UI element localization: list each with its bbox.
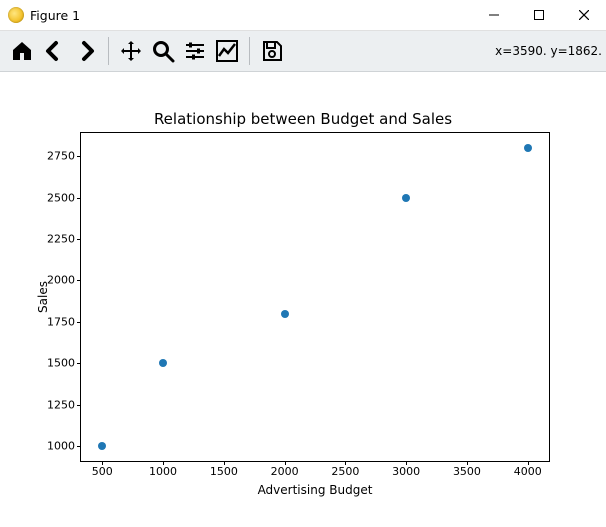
zoom-icon <box>151 39 175 63</box>
save-button[interactable] <box>256 35 288 67</box>
y-tick-mark <box>77 405 81 406</box>
toolbar-separator <box>249 37 250 65</box>
y-tick-label: 2750 <box>47 150 75 163</box>
window-title: Figure 1 <box>30 8 80 23</box>
x-tick-label: 3000 <box>392 465 420 478</box>
y-tick-mark <box>77 239 81 240</box>
y-tick-label: 1000 <box>47 440 75 453</box>
close-icon <box>579 10 589 20</box>
arrow-right-icon <box>74 39 98 63</box>
y-tick-label: 1500 <box>47 357 75 370</box>
maximize-icon <box>534 10 544 20</box>
maximize-button[interactable] <box>516 0 561 30</box>
close-button[interactable] <box>561 0 606 30</box>
y-tick-mark <box>77 446 81 447</box>
sliders-icon <box>183 39 207 63</box>
data-point <box>98 442 106 450</box>
plot-canvas[interactable]: Relationship between Budget and Sales Ad… <box>0 72 606 527</box>
figure-window: Figure 1 <box>0 0 606 527</box>
y-tick-mark <box>77 322 81 323</box>
x-tick-label: 1000 <box>149 465 177 478</box>
app-icon <box>8 7 24 23</box>
x-tick-label: 2000 <box>271 465 299 478</box>
y-tick-mark <box>77 280 81 281</box>
x-axis-label: Advertising Budget <box>81 483 549 497</box>
x-tick-label: 1500 <box>210 465 238 478</box>
pan-button[interactable] <box>115 35 147 67</box>
plot-axes: Advertising Budget Sales 500100015002000… <box>80 132 550 462</box>
titlebar: Figure 1 <box>0 0 606 31</box>
x-tick-label: 500 <box>92 465 113 478</box>
forward-button[interactable] <box>70 35 102 67</box>
back-button[interactable] <box>38 35 70 67</box>
zoom-button[interactable] <box>147 35 179 67</box>
y-tick-label: 2250 <box>47 233 75 246</box>
minimize-button[interactable] <box>471 0 516 30</box>
y-tick-mark <box>77 363 81 364</box>
toolbar-separator <box>108 37 109 65</box>
data-point <box>524 144 532 152</box>
arrow-left-icon <box>42 39 66 63</box>
x-tick-label: 3500 <box>453 465 481 478</box>
y-tick-mark <box>77 198 81 199</box>
chart-line-icon <box>215 39 239 63</box>
save-icon <box>260 39 284 63</box>
edit-axes-button[interactable] <box>211 35 243 67</box>
home-icon <box>10 39 34 63</box>
plot-title: Relationship between Budget and Sales <box>0 110 606 128</box>
y-tick-label: 1250 <box>47 398 75 411</box>
data-point <box>281 310 289 318</box>
mpl-toolbar: x=3590. y=1862. <box>0 31 606 72</box>
y-tick-label: 2500 <box>47 191 75 204</box>
y-tick-mark <box>77 156 81 157</box>
y-tick-label: 1750 <box>47 315 75 328</box>
move-icon <box>119 39 143 63</box>
data-point <box>159 359 167 367</box>
minimize-icon <box>489 10 499 20</box>
cursor-coords: x=3590. y=1862. <box>495 44 602 58</box>
home-button[interactable] <box>6 35 38 67</box>
configure-subplots-button[interactable] <box>179 35 211 67</box>
x-tick-label: 2500 <box>331 465 359 478</box>
y-tick-label: 2000 <box>47 274 75 287</box>
data-point <box>402 194 410 202</box>
x-tick-label: 4000 <box>514 465 542 478</box>
